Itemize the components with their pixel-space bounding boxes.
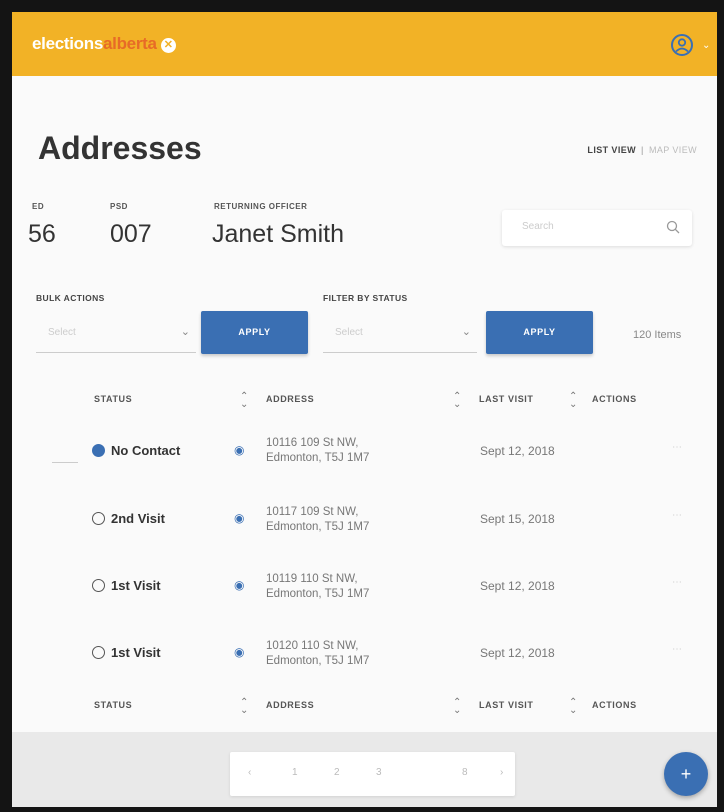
address-line-1: 10120 110 St NW, — [266, 640, 359, 652]
page-1[interactable]: 1 — [292, 767, 298, 778]
returning-officer-value: Janet Smith — [212, 220, 345, 248]
search-icon[interactable] — [666, 220, 680, 234]
chevron-down-icon[interactable]: ⌄ — [702, 40, 710, 51]
last-visit-column-header[interactable]: LAST VISIT — [479, 394, 534, 404]
address-line-2: Edmonton, T5J 1M7 — [266, 521, 370, 533]
bulk-actions-label: BULK ACTIONS — [36, 293, 105, 303]
status-cell: No Contact — [92, 443, 180, 458]
ed-label: ED — [32, 202, 45, 211]
eye-icon[interactable]: ◉ — [234, 443, 244, 457]
eye-icon[interactable]: ◉ — [234, 578, 244, 592]
sort-icon[interactable]: ⌃ ⌄ — [569, 392, 577, 410]
chevron-down-icon: ⌄ — [461, 326, 471, 338]
user-circle-icon[interactable] — [671, 34, 693, 56]
last-visit-cell: Sept 12, 2018 — [480, 646, 555, 660]
last-visit-cell: Sept 12, 2018 — [480, 444, 555, 458]
sort-icon[interactable]: ⌃ ⌄ — [569, 698, 577, 716]
row-actions-icon[interactable]: ⋯ — [672, 577, 682, 588]
psd-value: 007 — [110, 220, 152, 248]
address-cell: 10120 110 St NW, Edmonton, T5J 1M7 — [266, 639, 369, 669]
status-cell: 1st Visit — [92, 578, 161, 593]
status-cell: 2nd Visit — [92, 511, 165, 526]
filter-status-select[interactable]: Select ⌄ — [323, 313, 477, 353]
status-text: 2nd Visit — [111, 511, 165, 526]
logo-badge-icon: ✕ — [160, 38, 176, 53]
add-address-button[interactable]: + — [664, 752, 708, 796]
status-text: 1st Visit — [111, 578, 161, 593]
logo-text-alberta: alberta — [103, 34, 157, 53]
page-title: Addresses — [38, 130, 202, 166]
search-input[interactable]: Search — [502, 210, 692, 246]
row-actions-icon[interactable]: ⋯ — [672, 442, 682, 453]
status-column-header[interactable]: STATUS — [94, 394, 132, 404]
ed-value: 56 — [28, 220, 56, 248]
top-bar: electionsalberta ✕ ⌄ — [12, 12, 717, 76]
last-visit-cell: Sept 15, 2018 — [480, 512, 555, 526]
sort-icon[interactable]: ⌃ ⌄ — [240, 392, 248, 410]
sort-icon[interactable]: ⌃ ⌄ — [453, 698, 461, 716]
pagination: ‹ 1 2 3 8 › — [230, 752, 515, 796]
address-line-1: 10117 109 St NW, — [266, 506, 359, 518]
row-checkbox[interactable] — [52, 462, 78, 463]
pagination-prev[interactable]: ‹ — [248, 767, 251, 778]
bulk-apply-button[interactable]: APPLY — [201, 311, 308, 354]
status-text: 1st Visit — [111, 645, 161, 660]
actions-column-header: ACTIONS — [592, 394, 637, 404]
status-dot-icon — [92, 512, 105, 525]
sort-icon[interactable]: ⌃ ⌄ — [453, 392, 461, 410]
returning-officer-label: RETURNING OFFICER — [214, 202, 308, 211]
chevron-down-icon: ⌄ — [180, 326, 190, 338]
row-actions-icon[interactable]: ⋯ — [672, 644, 682, 655]
page-3[interactable]: 3 — [376, 767, 382, 778]
address-cell: 10117 109 St NW, Edmonton, T5J 1M7 — [266, 505, 369, 535]
address-line-1: 10119 110 St NW, — [266, 573, 358, 585]
eye-icon[interactable]: ◉ — [234, 645, 244, 659]
status-column-footer[interactable]: STATUS — [94, 700, 132, 710]
row-actions-icon[interactable]: ⋯ — [672, 510, 682, 521]
status-dot-icon — [92, 444, 105, 457]
last-visit-cell: Sept 12, 2018 — [480, 579, 555, 593]
address-cell: 10119 110 St NW, Edmonton, T5J 1M7 — [266, 572, 369, 602]
logo[interactable]: electionsalberta ✕ — [32, 34, 176, 54]
address-line-2: Edmonton, T5J 1M7 — [266, 655, 370, 667]
actions-column-footer: ACTIONS — [592, 700, 637, 710]
address-column-footer[interactable]: ADDRESS — [266, 700, 314, 710]
pagination-next[interactable]: › — [500, 767, 503, 778]
view-toggle: LIST VIEW | MAP VIEW — [587, 145, 697, 155]
address-line-2: Edmonton, T5J 1M7 — [266, 588, 370, 600]
sort-icon[interactable]: ⌃ ⌄ — [240, 698, 248, 716]
item-count: 120 Items — [633, 329, 682, 341]
page-2[interactable]: 2 — [334, 767, 340, 778]
search-placeholder: Search — [522, 221, 554, 232]
filter-status-placeholder: Select — [335, 327, 363, 338]
status-dot-icon — [92, 579, 105, 592]
page-last[interactable]: 8 — [462, 767, 468, 778]
bulk-actions-placeholder: Select — [48, 327, 76, 338]
address-cell: 10116 109 St NW, Edmonton, T5J 1M7 — [266, 436, 369, 466]
filter-apply-button[interactable]: APPLY — [486, 311, 593, 354]
view-separator: | — [641, 145, 644, 155]
address-line-1: 10116 109 St NW, — [266, 437, 359, 449]
logo-text-elections: elections — [32, 34, 103, 53]
status-cell: 1st Visit — [92, 645, 161, 660]
list-view-link[interactable]: LIST VIEW — [587, 145, 636, 155]
map-view-link[interactable]: MAP VIEW — [649, 145, 697, 155]
psd-label: PSD — [110, 202, 128, 211]
address-column-header[interactable]: ADDRESS — [266, 394, 314, 404]
status-text: No Contact — [111, 443, 181, 458]
bulk-actions-select[interactable]: Select ⌄ — [36, 313, 196, 353]
status-dot-icon — [92, 646, 105, 659]
app-frame: electionsalberta ✕ ⌄ Addresses LIST VIEW |… — [12, 12, 717, 807]
filter-status-label: FILTER BY STATUS — [323, 293, 408, 303]
address-line-2: Edmonton, T5J 1M7 — [266, 452, 370, 464]
eye-icon[interactable]: ◉ — [234, 511, 244, 525]
last-visit-column-footer[interactable]: LAST VISIT — [479, 700, 534, 710]
